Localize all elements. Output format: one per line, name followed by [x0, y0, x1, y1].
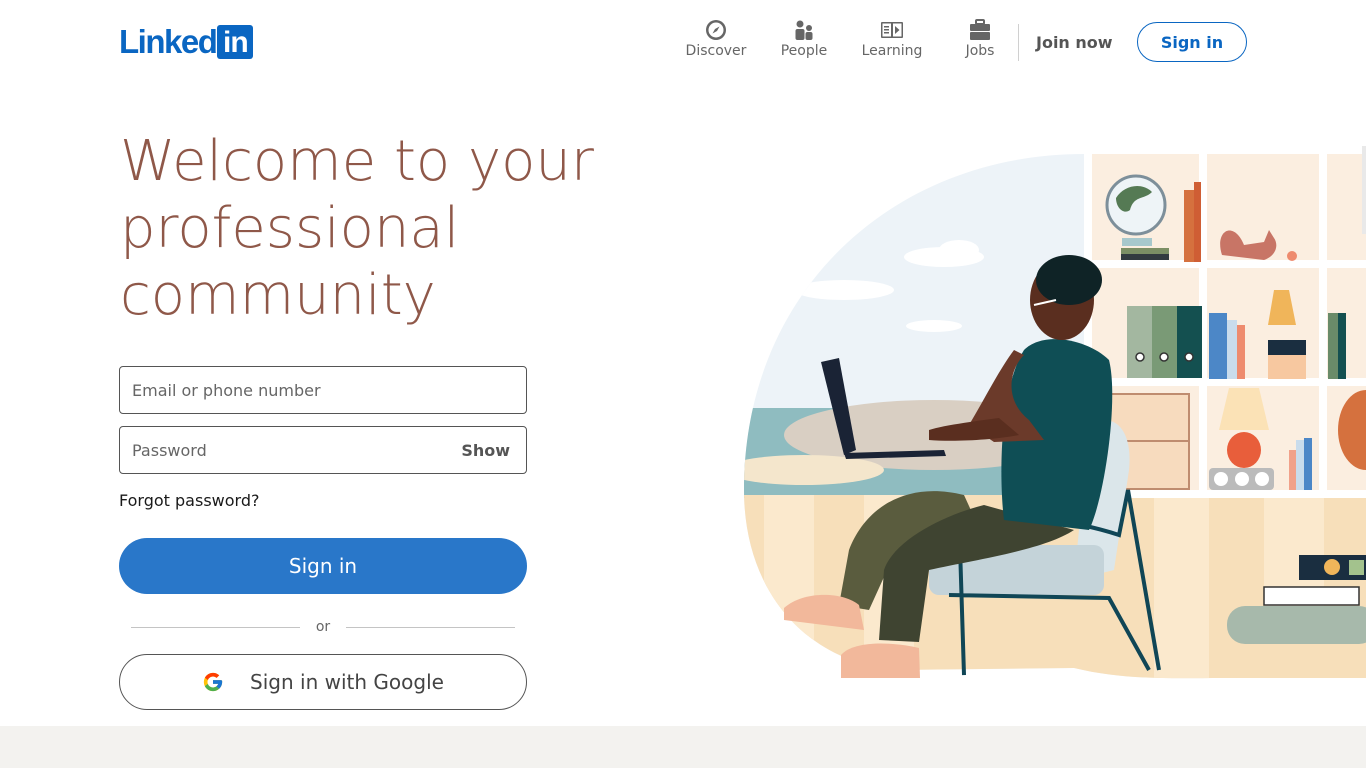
show-password-button[interactable]: Show [461, 441, 510, 460]
top-nav: Discover People Learning Jobs [672, 18, 1024, 66]
nav-label: People [780, 43, 828, 59]
linkedin-logo[interactable]: Linked in [119, 23, 254, 60]
or-divider: or [131, 617, 516, 637]
nav-label: Learning [861, 43, 923, 59]
google-icon [203, 672, 223, 692]
sign-in-button[interactable]: Sign in [119, 538, 527, 594]
page-title: Welcome to your professional community [120, 129, 594, 328]
logo-box: in [217, 25, 254, 59]
nav-divider [1018, 24, 1019, 61]
forgot-password-link[interactable]: Forgot password? [119, 491, 259, 510]
password-field[interactable] [120, 427, 450, 473]
google-button-label: Sign in with Google [250, 670, 444, 694]
header-sign-in-button[interactable]: Sign in [1137, 22, 1247, 62]
email-field-container [119, 366, 527, 414]
top-header: Linked in Discover People Learning Jobs … [0, 0, 1366, 84]
learning-icon [881, 22, 903, 38]
footer-band [0, 726, 1366, 768]
logo-text: Linked [119, 23, 218, 60]
divider-line [346, 626, 516, 628]
people-icon [795, 20, 813, 40]
nav-item-discover[interactable]: Discover [672, 18, 760, 66]
sign-in-with-google-button[interactable]: Sign in with Google [119, 654, 527, 710]
person-with-laptop-illustration [744, 154, 1366, 679]
nav-item-learning[interactable]: Learning [848, 18, 936, 66]
nav-label: Jobs [965, 43, 995, 59]
nav-label: Discover [685, 43, 747, 59]
email-field[interactable] [120, 367, 526, 413]
password-field-container: Show [119, 426, 527, 474]
join-now-link[interactable]: Join now [1024, 22, 1125, 62]
or-text: or [315, 619, 331, 635]
scroll-indicator [1362, 146, 1366, 234]
compass-icon [706, 20, 726, 40]
nav-item-people[interactable]: People [760, 18, 848, 66]
briefcase-icon [970, 19, 990, 40]
divider-line [131, 626, 300, 628]
nav-item-jobs[interactable]: Jobs [936, 18, 1024, 66]
